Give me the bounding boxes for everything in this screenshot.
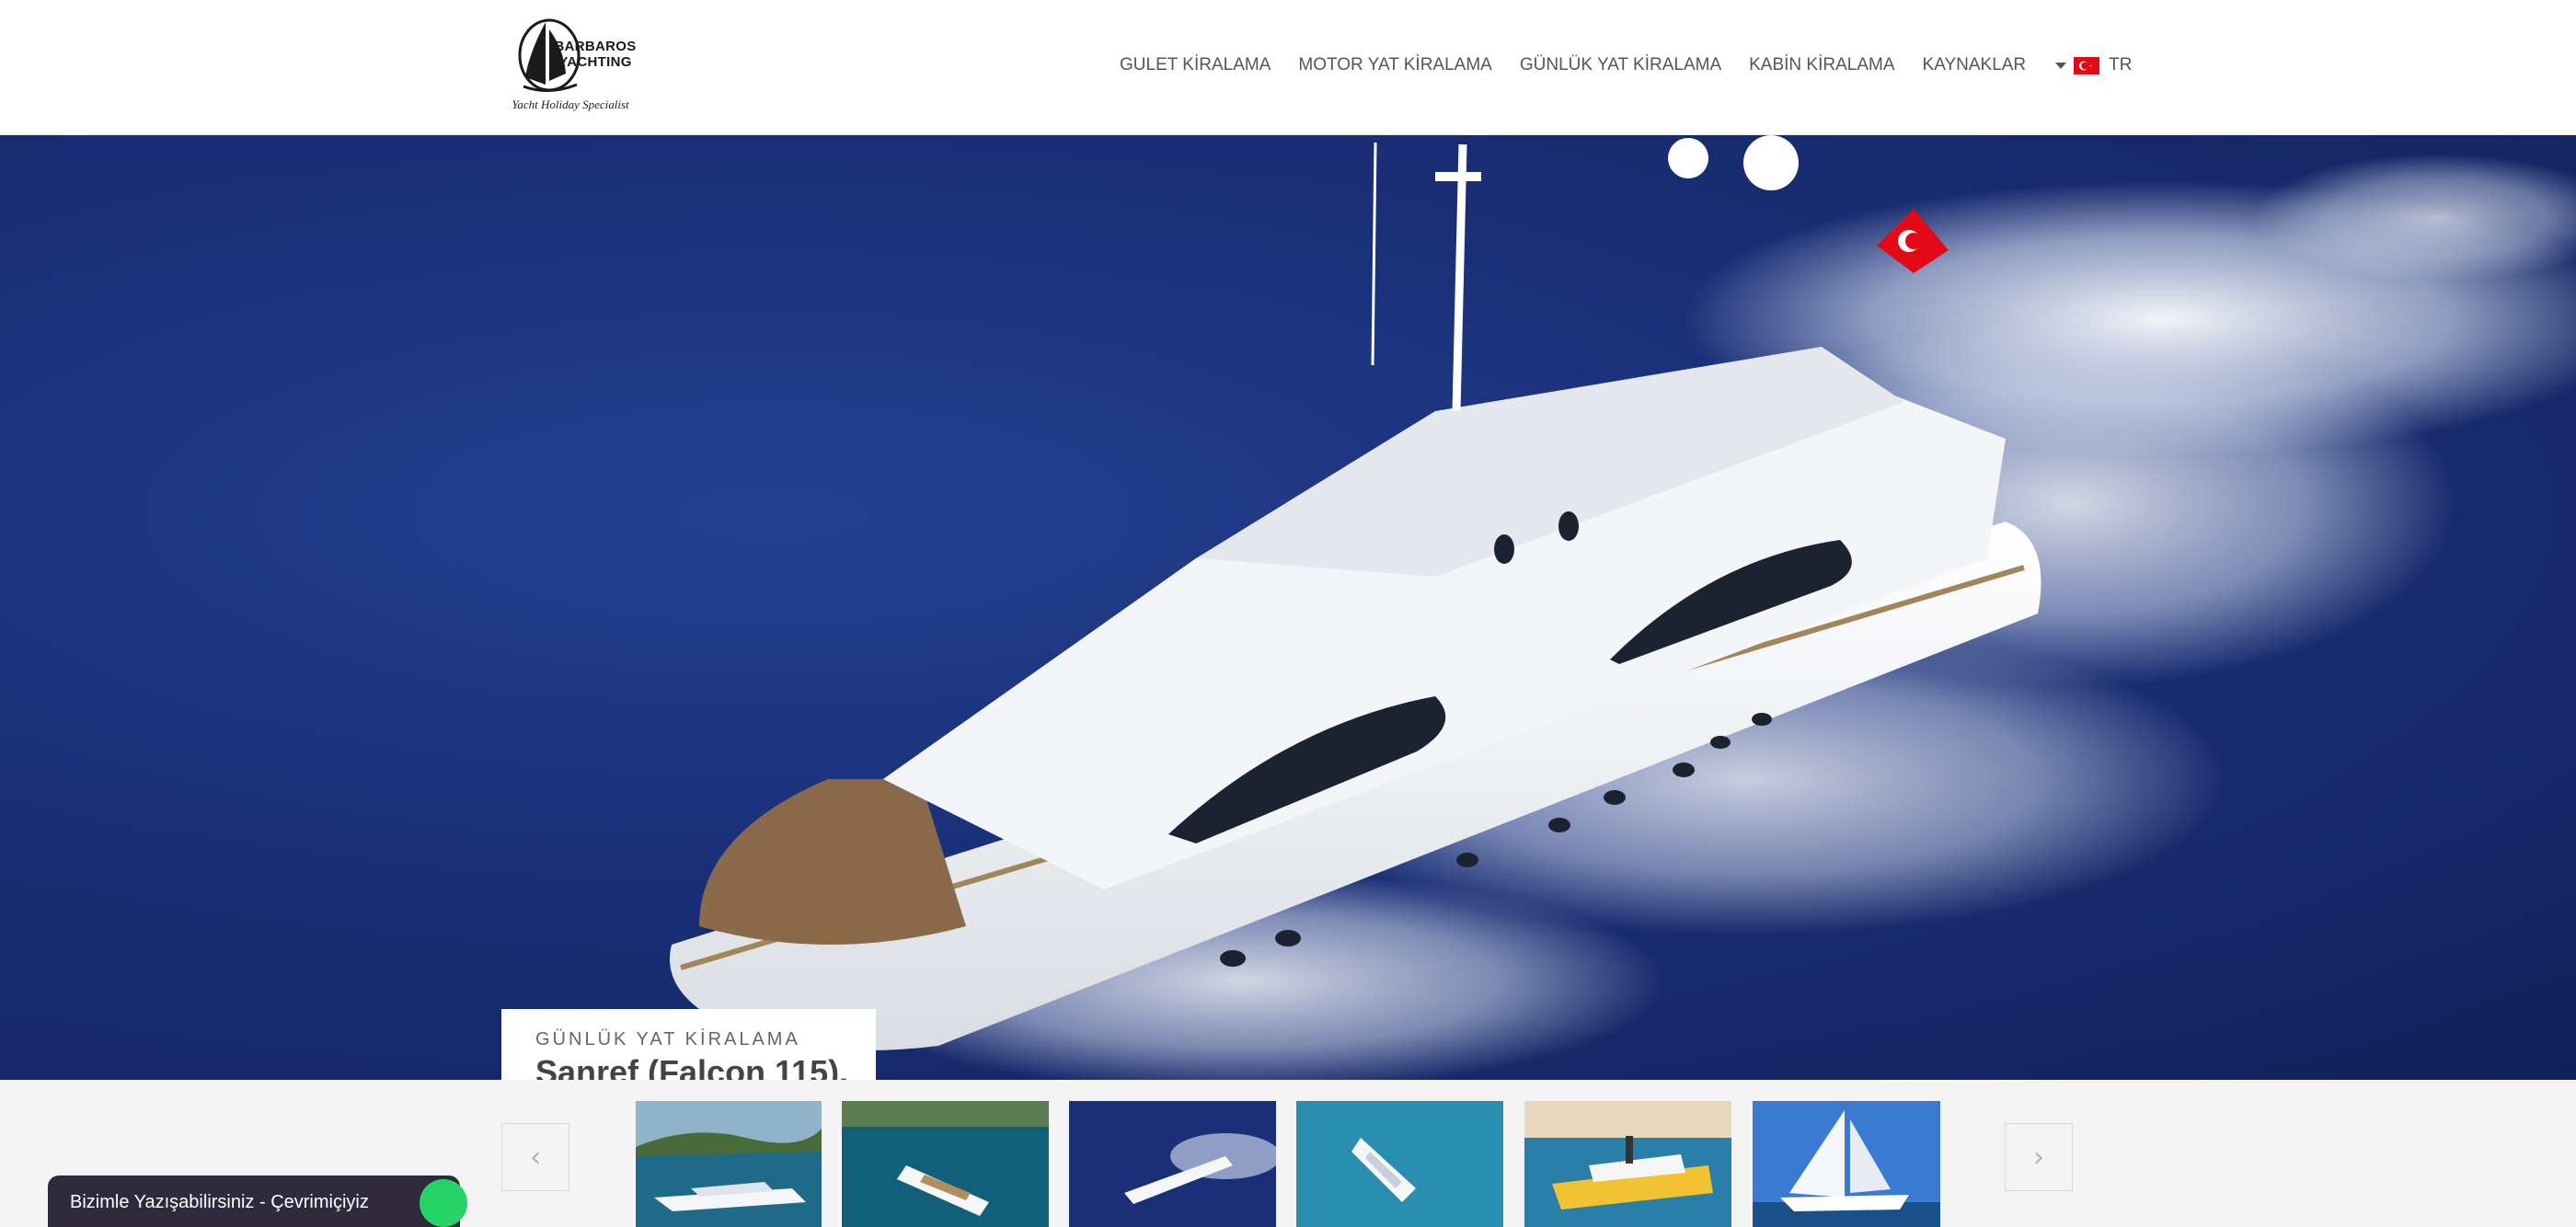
carousel-prev-button[interactable]: ‹ bbox=[501, 1123, 569, 1191]
carousel-next-button[interactable]: › bbox=[2005, 1123, 2073, 1191]
site-header: BARBAROS YACHTING Yacht Holiday Speciali… bbox=[0, 0, 2576, 135]
yacht-thumbnail[interactable] bbox=[1296, 1101, 1503, 1227]
yacht-thumbnail[interactable] bbox=[842, 1101, 1049, 1227]
yacht-thumbnail[interactable] bbox=[1524, 1101, 1731, 1227]
yacht-thumbnail[interactable] bbox=[1753, 1101, 1940, 1227]
language-selector[interactable]: TR bbox=[2055, 55, 2132, 75]
yacht-hero-image bbox=[670, 135, 2576, 1080]
slide-category: GÜNLÜK YAT KİRALAMA bbox=[535, 1029, 800, 1049]
nav-gulet-kiralama[interactable]: GULET KİRALAMA bbox=[1120, 55, 1271, 75]
caret-down-icon bbox=[2055, 62, 2067, 69]
chevron-left-icon: ‹ bbox=[530, 1141, 541, 1174]
chat-label: Bizimle Yazışabilirsiniz - Çevrimiçiyiz bbox=[70, 1192, 369, 1212]
nav-motor-yat-kiralama[interactable]: MOTOR YAT KİRALAMA bbox=[1298, 55, 1491, 75]
slide-title: Sanref (Falcon 115). bbox=[535, 1053, 849, 1080]
nav-kaynaklar[interactable]: KAYNAKLAR bbox=[1923, 55, 2027, 75]
brand-name: BARBAROS YACHTING bbox=[554, 39, 637, 70]
yacht-thumbnail[interactable] bbox=[1069, 1101, 1276, 1227]
live-chat-widget[interactable]: Bizimle Yazışabilirsiniz - Çevrimiçiyiz bbox=[48, 1175, 467, 1227]
chevron-right-icon: › bbox=[2033, 1141, 2044, 1174]
nav-gunluk-yat-kiralama[interactable]: GÜNLÜK YAT KİRALAMA bbox=[1520, 55, 1721, 75]
slide-caption[interactable]: GÜNLÜK YAT KİRALAMA Sanref (Falcon 115). bbox=[501, 1009, 876, 1080]
nav-kabin-kiralama[interactable]: KABİN KİRALAMA bbox=[1749, 55, 1894, 75]
main-nav: GULET KİRALAMA MOTOR YAT KİRALAMA GÜNLÜK… bbox=[1120, 53, 2132, 77]
brand-tagline: Yacht Holiday Specialist bbox=[512, 97, 629, 111]
turkey-flag-icon bbox=[2074, 56, 2100, 75]
yacht-thumbnail[interactable] bbox=[636, 1101, 822, 1227]
language-code: TR bbox=[2109, 55, 2133, 75]
hero-slider: GÜNLÜK YAT KİRALAMA Sanref (Falcon 115). bbox=[0, 135, 2576, 1080]
brand-logo[interactable]: BARBAROS YACHTING Yacht Holiday Speciali… bbox=[511, 17, 636, 116]
chat-online-indicator bbox=[420, 1179, 467, 1227]
